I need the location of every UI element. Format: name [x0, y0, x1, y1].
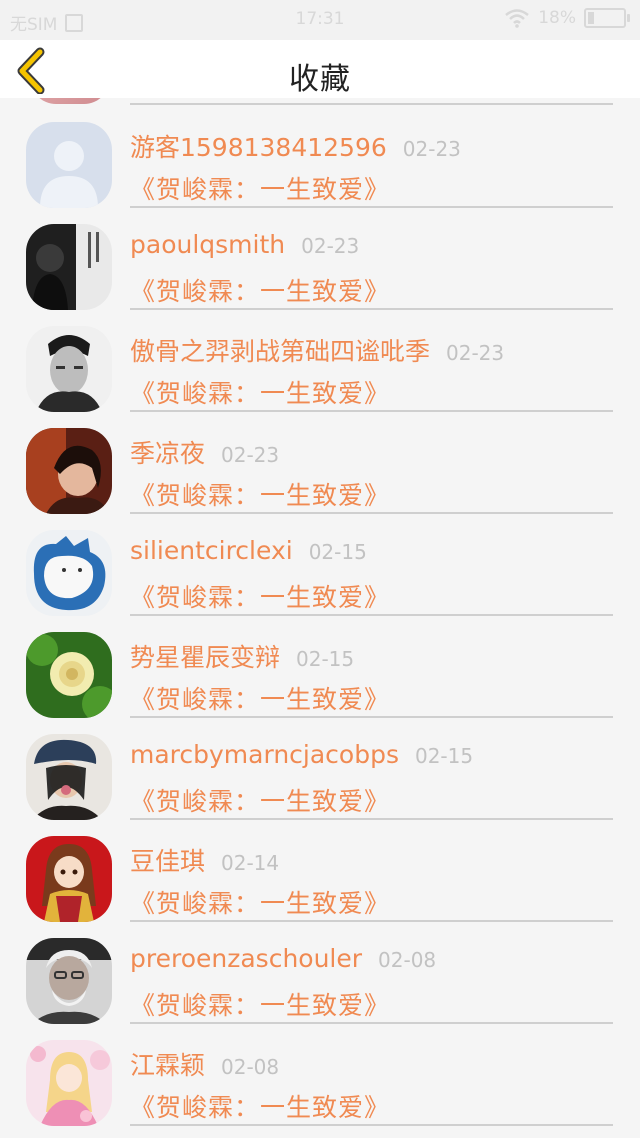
list-item[interactable]: 豆佳琪 02-14 《贺峻霖：一生致爱》 [0, 812, 640, 922]
username-text: 游客1598138412596 [130, 133, 387, 162]
list-item[interactable]: 游客1598138412596 02-23 《贺峻霖：一生致爱》 [0, 98, 640, 208]
username-text: 势星瞿辰变辩 [130, 643, 281, 672]
username-text: 江霖颖 [130, 1051, 206, 1080]
date: 02-23 [221, 443, 280, 467]
page-title: 收藏 [289, 62, 351, 97]
battery-icon [584, 8, 630, 28]
avatar[interactable] [26, 530, 112, 616]
date: 02-15 [414, 744, 474, 768]
username: 游客1598138412596 02-23 [130, 128, 461, 164]
avatar-image [26, 428, 112, 514]
username-text: paoulqsmith [130, 230, 286, 259]
list-item[interactable]: 季凉夜 02-23 《贺峻霖：一生致爱》 [0, 404, 640, 514]
avatar[interactable] [26, 122, 112, 208]
avatar-image [26, 734, 112, 820]
list-item[interactable]: 势星瞿辰变辩 02-15 《贺峻霖：一生致爱》 [0, 608, 640, 718]
username: 势星瞿辰变辩 02-15 [130, 638, 354, 674]
battery-fill [588, 12, 594, 24]
wifi-icon [505, 9, 529, 28]
username: paoulqsmith 02-23 [130, 230, 359, 259]
username: marcbymarncjacobps 02-15 [130, 740, 473, 769]
divider [130, 1124, 613, 1126]
username: silientcirclexi 02-15 [130, 536, 367, 565]
username-text: silientcirclexi [130, 536, 293, 565]
avatar-image [26, 530, 112, 616]
avatar-image [26, 632, 112, 718]
username: 季凉夜 02-23 [130, 434, 279, 470]
avatar-image [26, 938, 112, 1024]
avatar[interactable] [26, 326, 112, 412]
avatar[interactable] [26, 632, 112, 718]
list-item[interactable]: preroenzaschouler 02-08 《贺峻霖：一生致爱》 [0, 914, 640, 1024]
username-text: marcbymarncjacobps [130, 740, 399, 769]
list-item[interactable]: silientcirclexi 02-15 《贺峻霖：一生致爱》 [0, 506, 640, 616]
username: 傲骨之羿剥战第础四谧吡季 02-23 [130, 332, 504, 368]
date: 02-14 [221, 851, 280, 875]
avatar-image [26, 1040, 112, 1126]
username-text: preroenzaschouler [130, 944, 363, 973]
username-text: 季凉夜 [130, 439, 206, 468]
date: 02-08 [221, 1055, 280, 1079]
status-right: 18% [504, 8, 630, 28]
date: 02-08 [378, 948, 437, 972]
battery-percent: 18% [538, 8, 576, 28]
avatar-image [26, 224, 112, 310]
username-text: 傲骨之羿剥战第础四谧吡季 [130, 337, 431, 366]
username: 江霖颖 02-08 [130, 1046, 279, 1082]
avatar[interactable] [26, 734, 112, 820]
date: 02-23 [301, 234, 360, 258]
date: 02-15 [296, 647, 355, 671]
avatar[interactable] [26, 428, 112, 514]
avatar[interactable] [26, 1040, 112, 1126]
avatar[interactable] [26, 938, 112, 1024]
avatar-image [26, 326, 112, 412]
avatar-image [26, 836, 112, 922]
avatar[interactable] [26, 224, 112, 310]
username: 豆佳琪 02-14 [130, 842, 279, 878]
list-item[interactable]: 江霖颖 02-08 《贺峻霖：一生致爱》 [0, 1016, 640, 1126]
date: 02-15 [308, 540, 367, 564]
book-title[interactable]: 《贺峻霖：一生致爱》 [130, 1088, 390, 1124]
username: preroenzaschouler 02-08 [130, 944, 436, 973]
navigation-bar: 收藏 [0, 40, 640, 98]
date: 02-23 [446, 341, 505, 365]
avatar[interactable] [26, 836, 112, 922]
username-text: 豆佳琪 [130, 847, 206, 876]
date: 02-23 [402, 137, 461, 161]
list-item[interactable]: 傲骨之羿剥战第础四谧吡季 02-23 《贺峻霖：一生致爱》 [0, 302, 640, 412]
favorites-list[interactable]: 游客1598138412596 02-23 《贺峻霖：一生致爱》 paoulqs… [0, 98, 640, 1138]
list-item[interactable]: marcbymarncjacobps 02-15 《贺峻霖：一生致爱》 [0, 710, 640, 820]
default-avatar-icon [26, 122, 112, 208]
list-item[interactable]: paoulqsmith 02-23 《贺峻霖：一生致爱》 [0, 200, 640, 310]
status-bar: 无SIM 17:31 18% [0, 0, 640, 40]
